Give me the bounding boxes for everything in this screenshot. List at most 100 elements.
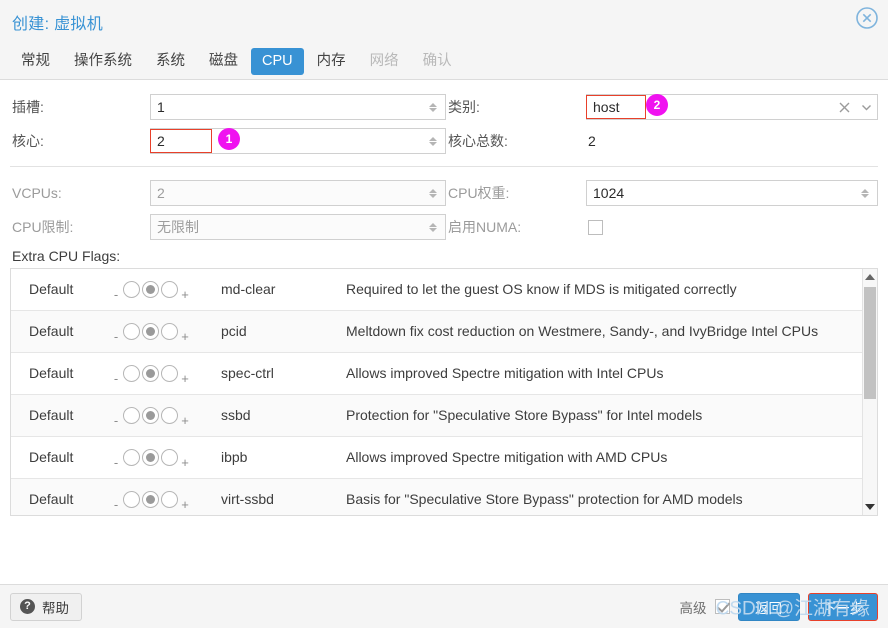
radio-default[interactable] (142, 323, 159, 340)
vcpus-label: VCPUs: (10, 176, 150, 210)
radio-on[interactable] (161, 323, 178, 340)
cpu-units-value: 1024 (587, 181, 856, 205)
radio-default[interactable] (142, 491, 159, 508)
vcpus-input[interactable]: 2 (150, 180, 446, 206)
cpu-type-cell: host 2 (586, 90, 878, 124)
advanced-checkbox[interactable] (715, 599, 730, 614)
flag-state: Default (11, 444, 111, 470)
minus-sign: - (111, 456, 121, 470)
sockets-value: 1 (151, 95, 424, 119)
radio-off[interactable] (123, 449, 140, 466)
help-button[interactable]: ? 帮助 (10, 593, 82, 621)
flags-table-body: Default - + md-clear Required to let the… (11, 269, 862, 515)
scroll-up-arrow-icon[interactable] (863, 269, 877, 285)
tab-cpu[interactable]: CPU (251, 48, 304, 75)
cpu-limit-input[interactable]: 无限制 (150, 214, 446, 240)
table-row[interactable]: Default - + pcid Meltdown fix cost reduc… (11, 311, 862, 353)
table-row[interactable]: Default - + ibpb Allows improved Spectre… (11, 437, 862, 479)
tab-general[interactable]: 常规 (10, 48, 61, 75)
close-icon[interactable] (855, 6, 879, 30)
cores-value: 2 (150, 129, 212, 153)
sockets-input[interactable]: 1 (150, 94, 446, 120)
form-divider (10, 166, 878, 167)
flag-description: Protection for "Speculative Store Bypass… (346, 402, 862, 425)
cores-cell: 2 1 (150, 124, 446, 158)
cpu-units-label: CPU权重: (446, 176, 586, 210)
radio-off[interactable] (123, 407, 140, 424)
numa-checkbox[interactable] (588, 220, 603, 235)
table-row[interactable]: Default - + spec-ctrl Allows improved Sp… (11, 353, 862, 395)
table-row[interactable]: Default - + md-clear Required to let the… (11, 269, 862, 311)
chevron-down-icon[interactable] (855, 95, 877, 119)
flag-state: Default (11, 402, 111, 428)
page-title: 创建: 虚拟机 (12, 10, 103, 34)
flag-radio-group[interactable]: - + (111, 402, 221, 428)
cores-spinner[interactable] (424, 129, 442, 153)
radio-on[interactable] (161, 365, 178, 382)
minus-sign: - (111, 498, 121, 512)
create-vm-dialog: 创建: 虚拟机 常规 操作系统 系统 磁盘 CPU 内存 网络 确认 插槽: 1 (0, 0, 888, 628)
flag-description: Allows improved Spectre mitigation with … (346, 444, 862, 467)
minus-sign: - (111, 372, 121, 386)
advanced-label: 高级 (680, 597, 707, 617)
cpu-units-input[interactable]: 1024 (586, 180, 878, 206)
flag-radio-group[interactable]: - + (111, 276, 221, 302)
radio-on[interactable] (161, 407, 178, 424)
tab-system[interactable]: 系统 (145, 48, 196, 75)
radio-default[interactable] (142, 449, 159, 466)
cpu-units-spinner[interactable] (856, 181, 874, 205)
flag-radio-group[interactable]: - + (111, 360, 221, 386)
total-cores-label: 核心总数: (446, 124, 586, 158)
cpu-form-bottom: VCPUs: 2 CPU权重: 1024 CPU限制: 无限制 (10, 176, 878, 244)
numa-cell (586, 210, 878, 244)
flag-radio-group[interactable]: - + (111, 486, 221, 512)
radio-on[interactable] (161, 491, 178, 508)
vcpus-spinner[interactable] (424, 181, 442, 205)
flag-name: pcid (221, 318, 346, 344)
table-row[interactable]: Default - + virt-ssbd Basis for "Specula… (11, 479, 862, 515)
radio-default[interactable] (142, 281, 159, 298)
tab-disks[interactable]: 磁盘 (198, 48, 249, 75)
radio-default[interactable] (142, 407, 159, 424)
cpu-type-combobox[interactable]: host (586, 94, 878, 120)
tab-memory[interactable]: 内存 (306, 48, 357, 75)
cores-input[interactable]: 2 (150, 128, 446, 154)
radio-on[interactable] (161, 449, 178, 466)
plus-sign: + (180, 456, 190, 470)
next-button[interactable]: 下一步 (808, 593, 879, 621)
tab-os[interactable]: 操作系统 (63, 48, 143, 75)
scroll-down-arrow-icon[interactable] (863, 499, 877, 515)
scrollbar-thumb[interactable] (864, 287, 876, 399)
wizard-tabbar: 常规 操作系统 系统 磁盘 CPU 内存 网络 确认 (0, 44, 888, 80)
cpu-limit-spinner[interactable] (424, 215, 442, 239)
sockets-cell: 1 (150, 90, 446, 124)
cpu-limit-value: 无限制 (151, 215, 424, 239)
radio-off[interactable] (123, 281, 140, 298)
radio-off[interactable] (123, 491, 140, 508)
question-mark-icon: ? (20, 599, 35, 614)
vcpus-cell: 2 (150, 176, 446, 210)
footer-actions: 高级 返回 下一步 CSDN @江湖有缘 (680, 593, 879, 621)
sockets-spinner[interactable] (424, 95, 442, 119)
cpu-units-cell: 1024 (586, 176, 878, 210)
dialog-footer: ? 帮助 高级 返回 下一步 CSDN @江湖有缘 (0, 584, 888, 628)
flag-radio-group[interactable]: - + (111, 444, 221, 470)
flag-description: Meltdown fix cost reduction on Westmere,… (346, 318, 862, 341)
back-button[interactable]: 返回 (738, 593, 800, 621)
plus-sign: + (180, 372, 190, 386)
plus-sign: + (180, 414, 190, 428)
clear-x-icon[interactable] (833, 95, 855, 119)
numa-label: 启用NUMA: (446, 210, 586, 244)
flag-radio-group[interactable]: - + (111, 318, 221, 344)
flag-state: Default (11, 360, 111, 386)
table-row[interactable]: Default - + ssbd Protection for "Specula… (11, 395, 862, 437)
flag-description: Basis for "Speculative Store Bypass" pro… (346, 486, 862, 509)
radio-off[interactable] (123, 365, 140, 382)
radio-off[interactable] (123, 323, 140, 340)
radio-on[interactable] (161, 281, 178, 298)
flag-name: virt-ssbd (221, 486, 346, 512)
flag-state: Default (11, 276, 111, 302)
flags-table-scrollbar[interactable] (862, 269, 878, 515)
radio-default[interactable] (142, 365, 159, 382)
flag-description: Allows improved Spectre mitigation with … (346, 360, 862, 383)
